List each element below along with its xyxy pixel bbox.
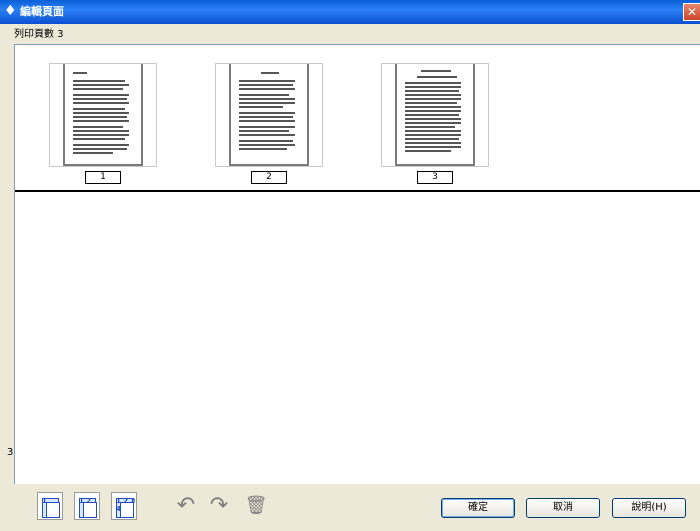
scroll-marker: 3 (7, 447, 14, 458)
single-page-layout-icon: 1 (42, 497, 47, 505)
four-page-layout-icon: 1 2 (79, 497, 92, 505)
page-thumbnail-1[interactable] (49, 63, 157, 167)
close-icon: ✕ (686, 5, 698, 19)
print-page-count: 列印頁數 3 (14, 29, 64, 40)
cancel-button[interactable]: 取消 (526, 498, 600, 518)
multi-page-layout-button[interactable]: 1 2 3 4 (111, 492, 137, 520)
page-preview (63, 64, 143, 166)
printer-icon: ♦ (4, 3, 17, 19)
page-preview-area[interactable]: 1 2 3 (14, 44, 700, 484)
page-thumbnail-3[interactable] (381, 63, 489, 167)
page-preview (395, 64, 475, 166)
rotate-right-button[interactable]: ↷ (207, 494, 231, 520)
help-button[interactable]: 說明(H) (612, 498, 686, 518)
page-thumbnail-2[interactable] (215, 63, 323, 167)
rotate-right-icon: ↷ (209, 493, 229, 518)
ok-button[interactable]: 確定 (441, 498, 515, 518)
rotate-left-button[interactable]: ↶ (174, 494, 198, 520)
page-preview (229, 64, 309, 166)
window-title: 編輯頁面 (20, 5, 64, 18)
title-bar[interactable]: ♦ 編輯頁面 ✕ (0, 0, 700, 24)
four-page-layout-button[interactable]: 1 2 (74, 492, 100, 520)
page-number-label: 2 (251, 171, 287, 184)
rotate-left-icon: ↶ (176, 493, 196, 518)
close-button[interactable]: ✕ (683, 3, 700, 21)
divider-line (15, 190, 700, 192)
single-page-layout-button[interactable]: 1 (37, 492, 63, 520)
multi-page-layout-icon: 1 2 3 4 (116, 497, 136, 513)
trash-icon: 🗑 (244, 495, 268, 516)
page-number-label: 3 (417, 171, 453, 184)
page-number-label: 1 (85, 171, 121, 184)
delete-page-button[interactable]: 🗑 (244, 494, 268, 520)
edit-pages-dialog: ♦ 編輯頁面 ✕ 列印頁數 3 1 2 3 3 1 1 2 1 2 3 4 ↶ … (0, 0, 700, 531)
bottom-toolbar: 1 1 2 1 2 3 4 ↶ ↷ 🗑 確定 取消 說明(H) (0, 492, 700, 530)
